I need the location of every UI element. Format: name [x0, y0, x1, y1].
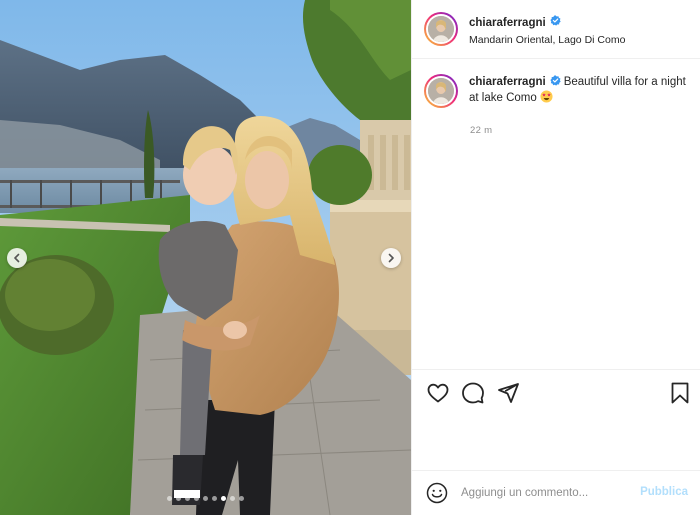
- post-photo[interactable]: [0, 0, 411, 515]
- carousel-dot: [203, 496, 208, 501]
- carousel-dot: [185, 496, 190, 501]
- carousel-dot: [230, 496, 235, 501]
- heart-icon: [427, 383, 449, 402]
- comment-icon: [462, 382, 484, 403]
- post-caption: chiaraferragni Beautiful villa for a nig…: [424, 74, 689, 108]
- save-button[interactable]: [668, 381, 692, 405]
- previous-photo-button[interactable]: [7, 248, 27, 268]
- verified-badge-icon: [550, 14, 561, 26]
- like-button[interactable]: [426, 381, 450, 405]
- comment-button[interactable]: [461, 381, 485, 405]
- share-icon: [498, 382, 519, 403]
- author-avatar[interactable]: [424, 12, 458, 46]
- instagram-post: chiaraferragni Mandarin Oriental, Lago D…: [0, 0, 700, 515]
- share-button[interactable]: [496, 381, 520, 405]
- add-comment-bar: Pubblica: [412, 470, 700, 515]
- carousel-dot: [221, 496, 226, 501]
- carousel-dot: [176, 496, 181, 501]
- author-username[interactable]: chiaraferragni: [469, 17, 546, 29]
- avatar-photo: [428, 78, 454, 104]
- carousel-dot: [194, 496, 199, 501]
- post-location[interactable]: Mandarin Oriental, Lago Di Como: [469, 34, 625, 46]
- smiley-face-icon: [426, 482, 448, 504]
- comment-input[interactable]: [461, 487, 631, 499]
- verified-badge-icon: [550, 75, 561, 86]
- post-timestamp[interactable]: 22 m: [470, 125, 492, 136]
- chevron-left-icon: [14, 253, 20, 263]
- post-actions: [412, 369, 700, 415]
- post-side-panel: chiaraferragni Mandarin Oriental, Lago D…: [411, 0, 700, 515]
- post-header: chiaraferragni Mandarin Oriental, Lago D…: [412, 0, 700, 59]
- star-struck-emoji-icon: [540, 90, 553, 103]
- avatar-photo: [428, 16, 454, 42]
- emoji-picker-button[interactable]: [426, 482, 448, 504]
- caption-username[interactable]: chiaraferragni: [469, 76, 546, 88]
- carousel-indicator: [0, 496, 411, 501]
- bookmark-icon: [671, 382, 689, 404]
- carousel-dot: [167, 496, 172, 501]
- chevron-right-icon: [388, 253, 394, 263]
- publish-button[interactable]: Pubblica: [640, 486, 688, 498]
- carousel-dot: [239, 496, 244, 501]
- carousel-dot: [212, 496, 217, 501]
- next-photo-button[interactable]: [381, 248, 401, 268]
- caption-avatar[interactable]: [424, 74, 458, 108]
- photo-image: [0, 0, 411, 515]
